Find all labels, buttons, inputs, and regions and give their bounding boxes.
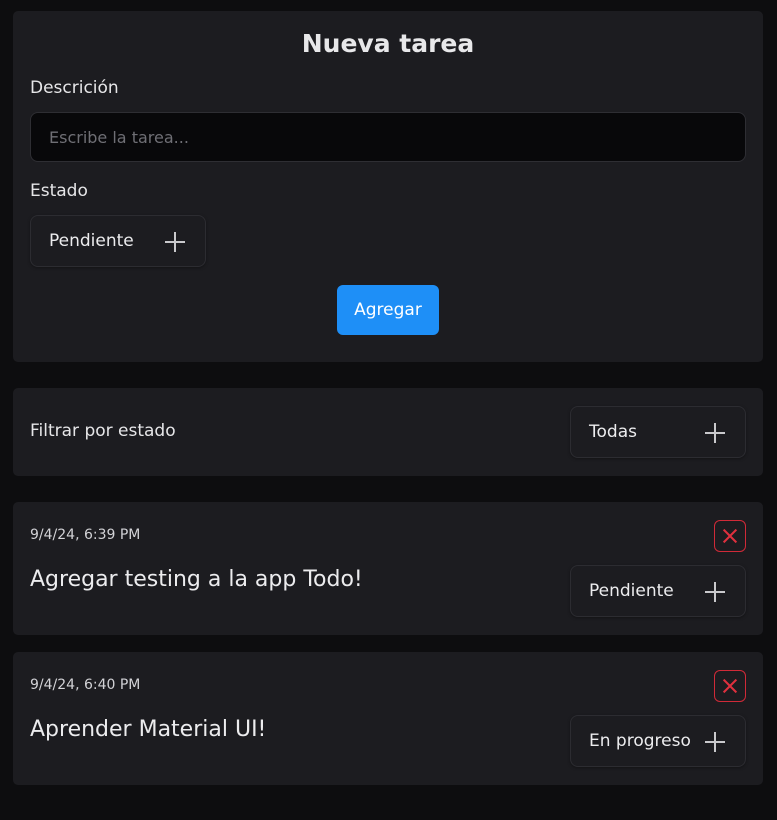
plus-icon: [705, 732, 725, 752]
task-date: 9/4/24, 6:40 PM: [30, 677, 141, 693]
plus-icon: [705, 423, 725, 443]
delete-task-button[interactable]: [714, 520, 746, 552]
task-status-select[interactable]: En progreso: [570, 715, 746, 767]
task-card: 9/4/24, 6:40 PM Aprender Material UI! En…: [13, 652, 763, 785]
status-select-value: Pendiente: [49, 231, 134, 251]
task-date: 9/4/24, 6:39 PM: [30, 527, 141, 543]
status-label: Estado: [30, 181, 88, 201]
plus-icon: [165, 232, 185, 252]
task-status-value: Pendiente: [589, 581, 674, 601]
filter-select-value: Todas: [589, 422, 637, 442]
task-card: 9/4/24, 6:39 PM Agregar testing a la app…: [13, 502, 763, 635]
task-status-select[interactable]: Pendiente: [570, 565, 746, 617]
filter-label: Filtrar por estado: [30, 421, 176, 441]
description-label: Descrición: [30, 78, 119, 98]
task-text: Agregar testing a la app Todo!: [30, 567, 363, 592]
task-text: Aprender Material UI!: [30, 717, 267, 742]
filter-select[interactable]: Todas: [570, 406, 746, 458]
task-status-value: En progreso: [589, 731, 691, 751]
status-select[interactable]: Pendiente: [30, 215, 206, 267]
add-task-button[interactable]: Agregar: [337, 285, 439, 335]
form-title: Nueva tarea: [301, 29, 475, 58]
close-icon: [722, 678, 738, 694]
description-input[interactable]: [30, 112, 746, 162]
plus-icon: [705, 582, 725, 602]
delete-task-button[interactable]: [714, 670, 746, 702]
filter-card: Filtrar por estado Todas: [13, 388, 763, 476]
close-icon: [722, 528, 738, 544]
new-task-form: Nueva tarea Descrición Estado Pendiente …: [13, 11, 763, 362]
